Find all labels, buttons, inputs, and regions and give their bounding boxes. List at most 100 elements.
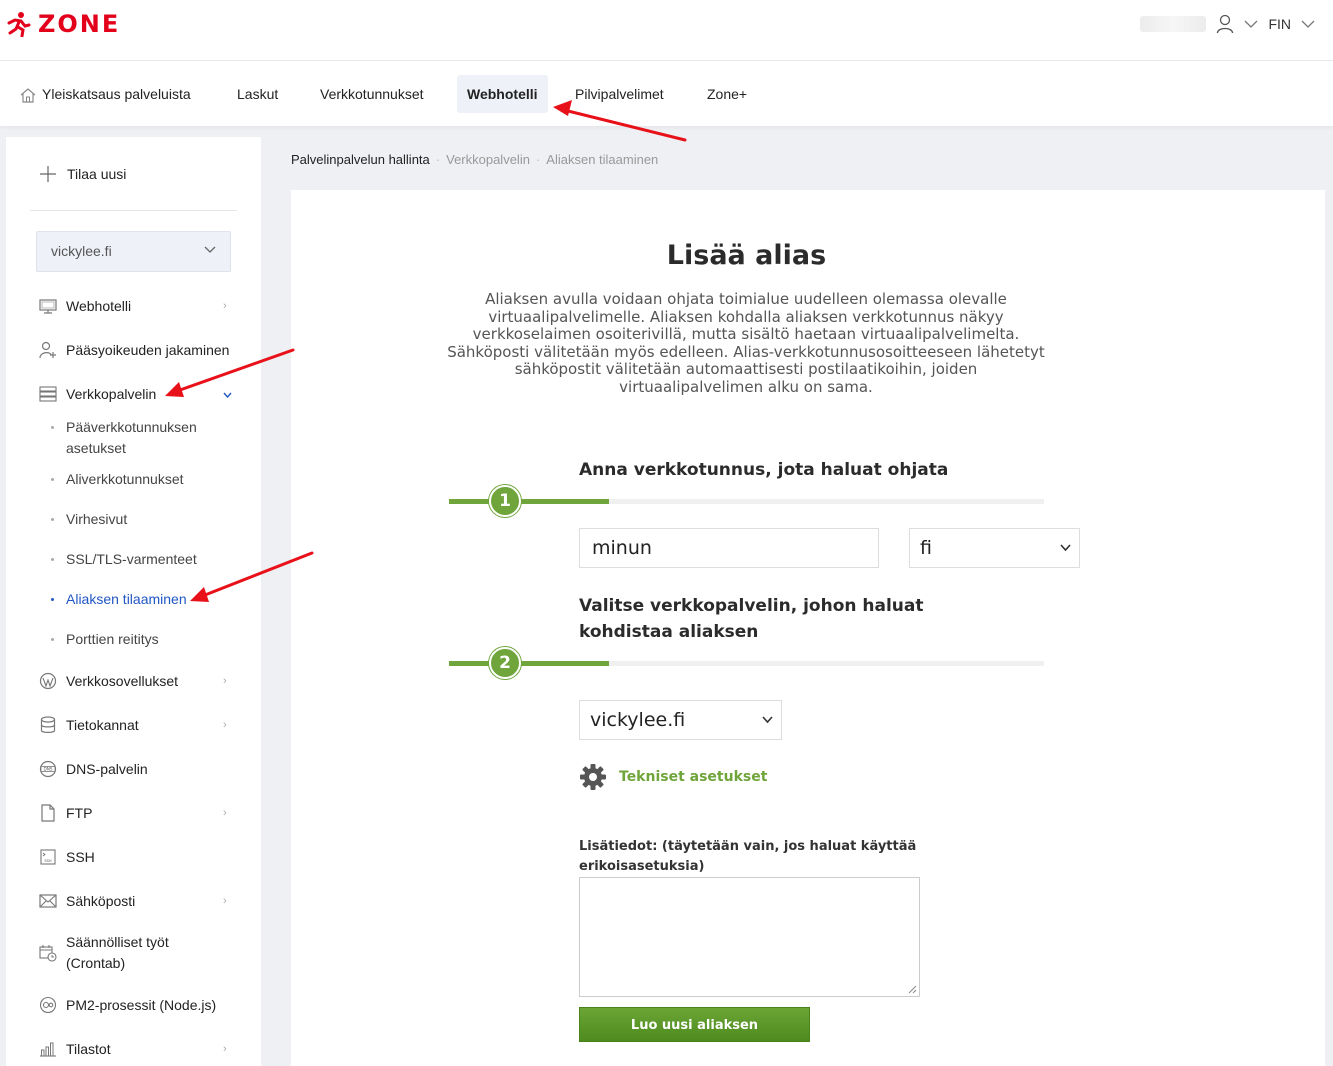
monitor-icon [38,297,58,315]
sidebar-subitem-order-alias[interactable]: Aliaksen tilaaminen [51,589,187,610]
nav-label: Yleiskatsaus palveluista [42,86,191,102]
extra-info-label: Lisätiedot: (täytetään vain, jos haluat … [579,839,917,874]
bar-chart-icon [38,1040,58,1058]
sidebar-item-ftp[interactable]: FTP [38,804,92,822]
runner-logo-icon [7,12,31,37]
step-2-title: Valitse verkkopalvelin, johon haluat koh… [579,596,924,642]
breadcrumb-item[interactable]: Verkkopalvelin [446,152,530,167]
subitem-label: Aliverkkotunnukset [66,471,184,487]
bullet-dot [51,638,54,641]
chevron-right-icon: › [223,807,227,819]
sidebar-item-label: Pääsyoikeuden jakaminen [66,342,230,358]
extra-info-textarea[interactable] [579,877,920,997]
breadcrumb-separator: · [435,152,441,167]
bullet-dot [51,518,54,521]
chevron-down-icon[interactable] [1244,20,1258,28]
zone-logo[interactable]: ZONE [6,10,120,38]
server-select-value: vickylee.fi [590,709,686,731]
step-1-badge: 1 [489,485,521,517]
sidebar-item-label: Verkkopalvelin [66,386,157,402]
sidebar-subitem-error-pages[interactable]: Virhesivut [51,509,127,530]
nav-cloud-servers[interactable]: Pilvipalvelimet [565,75,674,113]
sidebar-item-label: Verkkosovellukset [66,673,179,689]
step-2-badge: 2 [489,647,521,679]
tld-select-value: fi [920,537,932,559]
home-icon [20,88,36,103]
step-2-progress-fill [449,661,609,666]
server-icon [38,385,58,403]
main-panel: Lisää alias Aliaksen avulla voidaan ohja… [291,190,1325,1066]
file-icon [38,804,58,822]
chevron-right-icon: › [223,1043,227,1055]
sidebar-subitem-main-domain-settings[interactable]: Pääverkkotunnuksen asetukset [51,417,226,459]
user-plus-icon [38,341,58,359]
chevron-down-icon[interactable] [1301,20,1315,28]
language-selector[interactable]: FIN [1268,16,1291,32]
sidebar-item-email[interactable]: Sähköposti [38,892,135,910]
bullet-dot [51,426,54,429]
chevron-right-icon: › [223,895,227,907]
resize-grip-icon[interactable] [908,985,917,994]
user-icon[interactable] [1216,14,1234,34]
sidebar-item-webhotelli[interactable]: Webhotelli [38,297,131,315]
sidebar-item-dns[interactable]: DNS DNS-palvelin [38,760,148,778]
nav-invoices[interactable]: Laskut [227,75,288,113]
sidebar-item-pm2[interactable]: PM2-prosessit (Node.js) [38,996,216,1014]
ssh-terminal-icon: SSH [38,848,58,866]
chevron-down-icon [762,716,773,724]
envelope-icon [38,892,58,910]
create-alias-button[interactable]: Luo uusi aliaksen verkkotunnus [579,1007,810,1066]
sidebar-item-web-apps[interactable]: Verkkosovellukset [38,672,178,690]
step-1-title: Anna verkkotunnus, jota haluat ohjata [579,460,949,480]
chevron-down-icon [204,246,216,253]
breadcrumb: Palvelinpalvelun hallinta · Verkkopalvelin… [291,152,658,167]
bullet-dot [51,478,54,481]
nav-webhosting[interactable]: Webhotelli [457,75,548,113]
user-area: FIN [1140,14,1315,34]
subitem-label: Aliaksen tilaaminen [66,591,187,607]
intro-text: Aliaksen avulla voidaan ohjata toimialue… [447,290,1045,396]
tech-settings-label: Tekniset asetukset [619,769,768,785]
bullet-dot [51,558,54,561]
sidebar-item-crontab[interactable]: Säännölliset työt (Crontab) [38,932,198,974]
sidebar-subitem-ssl-certificates[interactable]: SSL/TLS-varmenteet [51,549,197,570]
chevron-right-icon: › [223,719,227,731]
sidebar-item-ssh[interactable]: SSH SSH [38,848,95,866]
sidebar-item-statistics[interactable]: Tilastot [38,1040,111,1058]
tech-settings-link[interactable]: Tekniset asetukset [579,763,767,791]
gear-icon [580,764,606,790]
domain-selector-value: vickylee.fi [51,243,112,259]
sidebar-subitem-subdomains[interactable]: Aliverkkotunnukset [51,469,184,490]
logo-text: ZONE [38,10,121,38]
bullet-dot [51,598,54,601]
dns-globe-icon: DNS [38,760,58,778]
sidebar-item-label: FTP [66,805,93,821]
calendar-clock-icon [38,944,58,962]
sidebar-item-label: Sähköposti [66,893,136,909]
main-navigation: Yleiskatsaus palveluista Laskut Verkkotu… [0,61,1333,126]
top-header: ZONE FIN [0,0,1333,61]
breadcrumb-item[interactable]: Palvelinpalvelun hallinta [291,152,430,167]
nav-domains[interactable]: Verkkotunnukset [310,75,434,113]
sidebar-item-verkkopalvelin[interactable]: Verkkopalvelin [38,385,156,403]
sidebar-subitem-port-forwarding[interactable]: Porttien reititys [51,629,159,650]
user-name-blurred [1140,16,1207,32]
server-select[interactable]: vickylee.fi [579,700,782,740]
sidebar: Tilaa uusi vickylee.fi Webhotelli › Pääs… [6,137,261,1066]
subitem-label: Pääverkkotunnuksen asetukset [66,419,197,456]
nav-zone-plus[interactable]: Zone+ [697,75,757,113]
order-new-button[interactable]: Tilaa uusi [39,165,126,183]
domain-selector[interactable]: vickylee.fi [36,231,231,272]
sidebar-item-access-sharing[interactable]: Pääsyoikeuden jakaminen [38,341,229,359]
sidebar-item-databases[interactable]: Tietokannat [38,716,139,734]
sidebar-item-label: Webhotelli [66,298,132,314]
breadcrumb-separator: · [535,152,541,167]
nav-overview[interactable]: Yleiskatsaus palveluista [10,75,201,113]
subitem-label: SSL/TLS-varmenteet [66,551,197,567]
alias-domain-input[interactable]: minun [579,528,879,568]
breadcrumb-item: Aliaksen tilaaminen [546,152,659,167]
sidebar-item-label: DNS-palvelin [66,761,148,777]
sidebar-item-label: PM2-prosessit (Node.js) [66,997,217,1013]
tld-select[interactable]: fi [909,528,1080,568]
subitem-label: Porttien reititys [66,631,159,647]
